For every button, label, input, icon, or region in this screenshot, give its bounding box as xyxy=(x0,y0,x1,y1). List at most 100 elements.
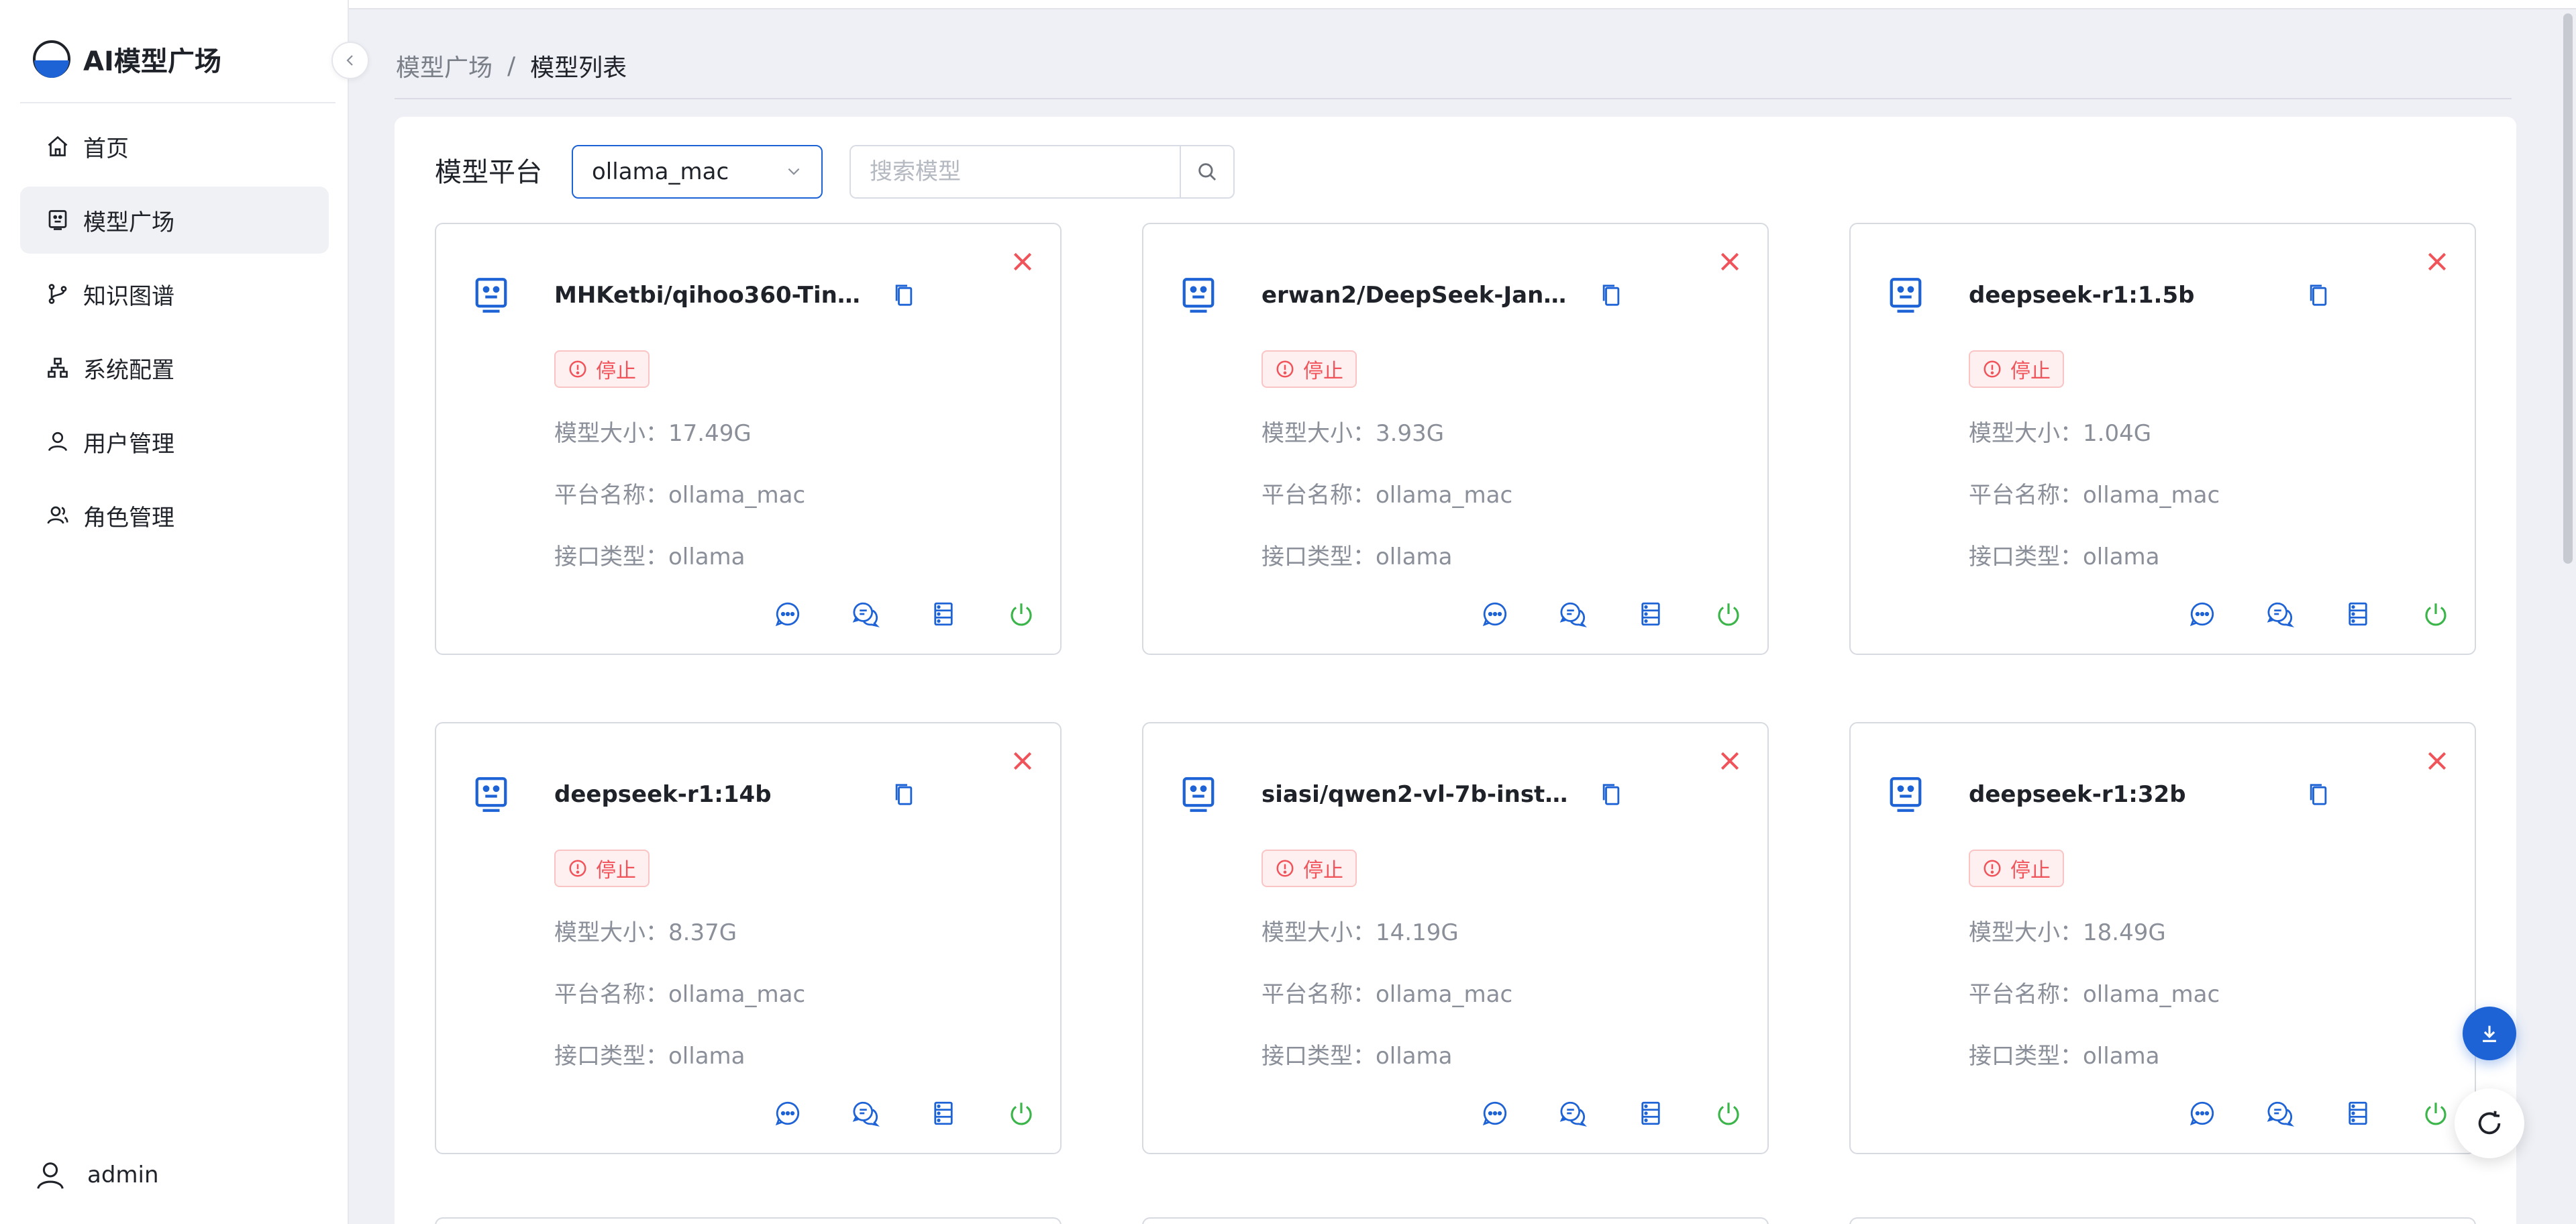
comments-icon xyxy=(2267,1101,2294,1127)
model-size-row: 模型大小：3.93G xyxy=(1261,415,1444,448)
platform-name-label: 平台名称： xyxy=(1261,482,1376,509)
power-button[interactable] xyxy=(1690,1099,1767,1127)
download-fab[interactable] xyxy=(2463,1007,2516,1060)
card-actions xyxy=(2163,600,2475,628)
platform-name-label: 平台名称： xyxy=(554,981,668,1008)
api-type-row: 接口类型：ollama xyxy=(1969,538,2159,571)
collapse-sidebar-button[interactable] xyxy=(331,42,369,79)
chat-button[interactable] xyxy=(1456,600,1534,628)
model-name: deepseek-r1:1.5b xyxy=(1969,282,2195,309)
copy-icon[interactable] xyxy=(2307,282,2330,309)
sidebar-item-user-management[interactable]: 用户管理 xyxy=(20,408,329,475)
chat-button[interactable] xyxy=(749,600,827,628)
robot-icon xyxy=(1890,278,1922,313)
power-icon xyxy=(1011,1103,1032,1125)
sidebar-item-role-management[interactable]: 角色管理 xyxy=(20,482,329,549)
chat-icon xyxy=(2189,602,2214,627)
power-button[interactable] xyxy=(2397,600,2475,628)
sidebar-item-model-square[interactable]: 模型广场 xyxy=(20,187,329,254)
user-profile[interactable]: admin xyxy=(35,1160,159,1190)
sidebar-item-knowledge-graph[interactable]: 知识图谱 xyxy=(20,260,329,327)
power-button[interactable] xyxy=(982,600,1060,628)
api-type-value: ollama xyxy=(668,544,745,570)
model-size-label: 模型大小： xyxy=(1261,420,1376,447)
power-button[interactable] xyxy=(1690,600,1767,628)
top-bar xyxy=(0,0,2576,9)
multi-chat-button[interactable] xyxy=(827,600,905,628)
copy-icon[interactable] xyxy=(892,781,915,808)
card-actions xyxy=(1456,600,1767,628)
copy-icon[interactable] xyxy=(2307,781,2330,808)
model-card: siasi/qwen2-vl-7b-instruct:... 停止 模型大小：1… xyxy=(1142,722,1769,1154)
close-icon[interactable] xyxy=(1716,748,1743,774)
power-icon xyxy=(2425,603,2446,626)
model-name: MHKetbi/qihoo360-TinyR1... xyxy=(554,282,870,309)
api-type-value: ollama xyxy=(1376,1043,1453,1070)
platform-select[interactable]: ollama_mac xyxy=(572,145,823,199)
model-size-label: 模型大小： xyxy=(554,420,668,447)
app-logo[interactable]: AI模型广场 xyxy=(32,35,221,83)
storage-button[interactable] xyxy=(905,600,982,628)
status-text: 停止 xyxy=(1303,859,1343,882)
power-button[interactable] xyxy=(982,1099,1060,1127)
page-scrollbar[interactable] xyxy=(2563,13,2573,564)
multi-chat-button[interactable] xyxy=(1534,1099,1612,1127)
warning-circle-icon xyxy=(569,360,586,378)
refresh-fab[interactable] xyxy=(2455,1088,2524,1158)
chat-button[interactable] xyxy=(2163,600,2241,628)
search-button[interactable] xyxy=(1180,146,1233,197)
chat-button[interactable] xyxy=(2163,1099,2241,1127)
role-icon xyxy=(47,506,68,524)
close-icon[interactable] xyxy=(1009,248,1036,275)
api-type-row: 接口类型：ollama xyxy=(1969,1037,2159,1070)
close-icon[interactable] xyxy=(2424,748,2451,774)
robot-icon xyxy=(1182,777,1215,812)
close-icon[interactable] xyxy=(1009,748,1036,774)
warning-circle-icon xyxy=(1983,360,2001,378)
model-name: erwan2/DeepSeek-Janus-P... xyxy=(1261,282,1577,309)
database-icon xyxy=(1641,602,1660,626)
model-list-panel: 模型平台 ollama_mac MHKetbi/qihoo360-TinyR1.… xyxy=(395,117,2516,1224)
model-size-label: 模型大小： xyxy=(1969,420,2083,447)
storage-button[interactable] xyxy=(1612,600,1690,628)
api-type-label: 接口类型： xyxy=(1261,544,1376,570)
status-text: 停止 xyxy=(596,360,636,383)
model-card: deepseek-r1:14b 停止 模型大小：8.37G 平台名称：ollam… xyxy=(435,722,1062,1154)
model-size-value: 18.49G xyxy=(2083,919,2166,946)
close-icon[interactable] xyxy=(2424,248,2451,275)
warning-circle-icon xyxy=(569,860,586,877)
copy-icon[interactable] xyxy=(1600,781,1622,808)
storage-button[interactable] xyxy=(2319,600,2397,628)
multi-chat-button[interactable] xyxy=(1534,600,1612,628)
storage-button[interactable] xyxy=(1612,1099,1690,1127)
storage-button[interactable] xyxy=(905,1099,982,1127)
sidebar-item-system-config[interactable]: 系统配置 xyxy=(20,334,329,401)
platform-name-value: ollama_mac xyxy=(1376,482,1513,509)
comments-icon xyxy=(2267,602,2294,627)
copy-icon[interactable] xyxy=(1600,282,1622,309)
card-actions xyxy=(749,600,1060,628)
api-type-value: ollama xyxy=(1376,544,1453,570)
multi-chat-button[interactable] xyxy=(2241,600,2319,628)
multi-chat-button[interactable] xyxy=(827,1099,905,1127)
sidebar: AI模型广场 首页 模型广场 知识图谱 系统配置 用户管理 角色管理 admin xyxy=(0,0,349,1224)
database-icon xyxy=(934,602,953,626)
chat-button[interactable] xyxy=(1456,1099,1534,1127)
sidebar-item-label: 首页 xyxy=(83,135,129,162)
platform-name-row: 平台名称：ollama_mac xyxy=(1969,476,2220,509)
close-icon[interactable] xyxy=(1716,248,1743,275)
multi-chat-button[interactable] xyxy=(2241,1099,2319,1127)
breadcrumb-parent[interactable]: 模型广场 xyxy=(396,48,493,83)
platform-name-value: ollama_mac xyxy=(2083,981,2220,1008)
warning-circle-icon xyxy=(1983,860,2001,877)
chat-button[interactable] xyxy=(749,1099,827,1127)
api-type-label: 接口类型： xyxy=(554,1043,668,1070)
storage-button[interactable] xyxy=(2319,1099,2397,1127)
avatar-icon xyxy=(37,1162,64,1189)
status-badge: 停止 xyxy=(1261,850,1357,887)
model-square-icon xyxy=(48,210,67,230)
sidebar-item-home[interactable]: 首页 xyxy=(20,113,329,180)
model-size-label: 模型大小： xyxy=(554,919,668,946)
search-input[interactable] xyxy=(851,146,1180,197)
copy-icon[interactable] xyxy=(892,282,915,309)
